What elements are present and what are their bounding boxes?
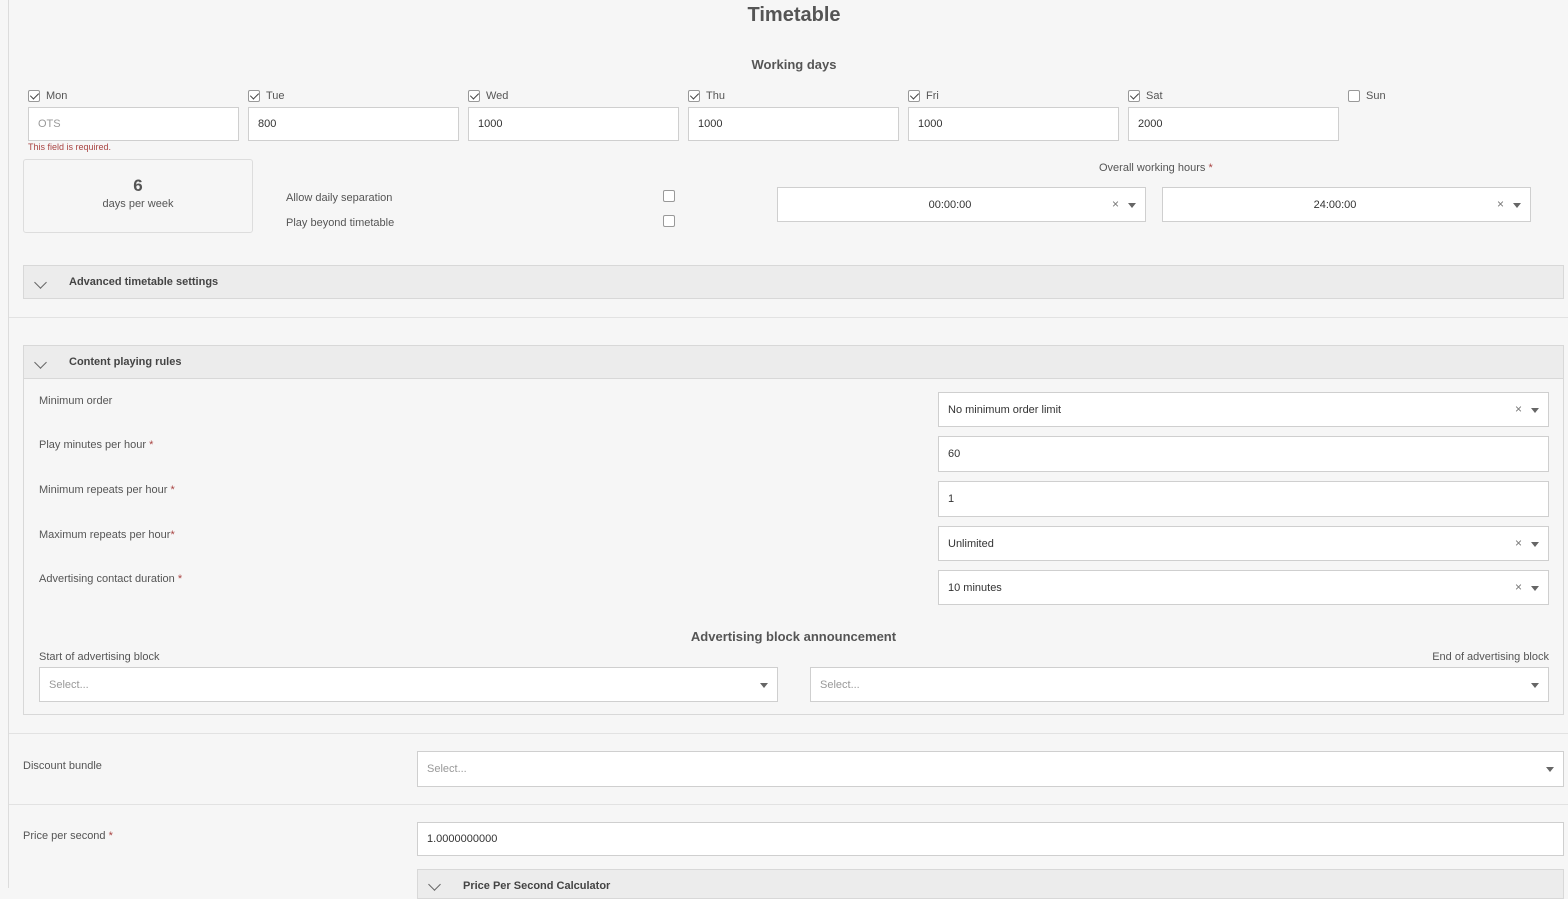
chevron-down-icon[interactable] <box>1128 202 1136 208</box>
checkbox-icon <box>1128 90 1140 102</box>
thu-ots-input[interactable]: 1000 <box>688 107 899 141</box>
sat-ots-input[interactable]: 2000 <box>1128 107 1339 141</box>
left-border <box>8 0 9 888</box>
day-checkbox-sun[interactable]: Sun <box>1348 90 1386 106</box>
page-title: Timetable <box>747 4 841 26</box>
start-of-advertising-block-label: Start of advertising block <box>39 651 160 663</box>
end-of-advertising-block-label: End of advertising block <box>1432 651 1549 663</box>
wed-ots-input[interactable]: 1000 <box>468 107 679 141</box>
clear-icon[interactable]: × <box>1515 402 1522 416</box>
checkbox-icon <box>248 90 260 102</box>
chevron-down-icon[interactable] <box>1531 585 1539 591</box>
divider <box>9 733 1568 734</box>
price-per-second-calculator-toggle[interactable]: Price Per Second Calculator <box>417 869 1564 899</box>
chevron-down-icon[interactable] <box>1531 407 1539 413</box>
checkbox-icon <box>28 90 40 102</box>
day-checkbox-wed[interactable]: Wed <box>468 90 508 106</box>
price-per-second-input[interactable]: 1.0000000000 <box>417 822 1564 856</box>
allow-daily-separation-checkbox[interactable] <box>663 190 675 202</box>
discount-bundle-select[interactable]: Select... <box>417 751 1564 787</box>
contact-duration-label: Advertising contact duration * <box>39 573 183 585</box>
discount-bundle-label: Discount bundle <box>23 760 102 772</box>
price-per-second-label: Price per second * <box>23 830 113 842</box>
divider <box>9 317 1568 318</box>
checkbox-icon <box>908 90 920 102</box>
checkbox-icon <box>1348 90 1360 102</box>
day-checkbox-mon[interactable]: Mon <box>28 90 67 106</box>
clear-icon[interactable]: × <box>1515 580 1522 594</box>
tue-ots-input[interactable]: 800 <box>248 107 459 141</box>
play-minutes-input[interactable]: 60 <box>938 436 1549 472</box>
advanced-timetable-settings-toggle[interactable]: Advanced timetable settings <box>23 265 1564 299</box>
working-hours-start-select[interactable]: 00:00:00 × <box>777 187 1146 222</box>
chevron-down-icon[interactable] <box>1546 767 1554 772</box>
play-minutes-label: Play minutes per hour * <box>39 439 154 451</box>
chevron-down-icon <box>34 276 47 289</box>
end-of-advertising-block-select[interactable]: Select... <box>810 667 1549 702</box>
days-per-week-label: days per week <box>102 198 174 210</box>
min-repeats-label: Minimum repeats per hour * <box>39 484 175 496</box>
clear-icon[interactable]: × <box>1497 197 1504 211</box>
mon-ots-input[interactable]: OTS <box>28 107 239 141</box>
minimum-order-label: Minimum order <box>39 395 113 407</box>
start-of-advertising-block-select[interactable]: Select... <box>39 667 778 702</box>
day-checkbox-tue[interactable]: Tue <box>248 90 285 106</box>
day-checkbox-fri[interactable]: Fri <box>908 90 939 106</box>
day-checkbox-sat[interactable]: Sat <box>1128 90 1163 106</box>
clear-icon[interactable]: × <box>1112 197 1119 211</box>
checkbox-icon <box>468 90 480 102</box>
advertising-block-announcement-heading: Advertising block announcement <box>690 629 897 644</box>
chevron-down-icon[interactable] <box>1531 541 1539 547</box>
day-checkbox-thu[interactable]: Thu <box>688 90 725 106</box>
minimum-order-select[interactable]: No minimum order limit × <box>938 392 1549 427</box>
days-per-week-card: 6 days per week <box>23 159 253 233</box>
max-repeats-label: Maximum repeats per hour* <box>39 529 175 541</box>
working-days-heading: Working days <box>751 57 837 72</box>
mon-error-message: This field is required. <box>28 142 112 152</box>
max-repeats-select[interactable]: Unlimited × <box>938 526 1549 561</box>
overall-working-hours-label: Overall working hours * <box>1099 162 1213 174</box>
contact-duration-select[interactable]: 10 minutes × <box>938 570 1549 605</box>
fri-ots-input[interactable]: 1000 <box>908 107 1119 141</box>
allow-daily-separation-label: Allow daily separation <box>286 192 393 204</box>
chevron-down-icon <box>34 356 47 369</box>
chevron-down-icon[interactable] <box>760 682 768 688</box>
content-playing-rules-toggle[interactable]: Content playing rules <box>23 345 1564 379</box>
divider <box>9 804 1568 805</box>
play-beyond-timetable-label: Play beyond timetable <box>286 217 395 229</box>
chevron-down-icon[interactable] <box>1531 682 1539 688</box>
chevron-down-icon[interactable] <box>1513 202 1521 208</box>
days-count: 6 <box>133 176 143 195</box>
working-hours-end-select[interactable]: 24:00:00 × <box>1162 187 1531 222</box>
play-beyond-timetable-checkbox[interactable] <box>663 215 675 227</box>
clear-icon[interactable]: × <box>1515 536 1522 550</box>
min-repeats-input[interactable]: 1 <box>938 481 1549 517</box>
chevron-down-icon <box>428 878 441 891</box>
checkbox-icon <box>688 90 700 102</box>
